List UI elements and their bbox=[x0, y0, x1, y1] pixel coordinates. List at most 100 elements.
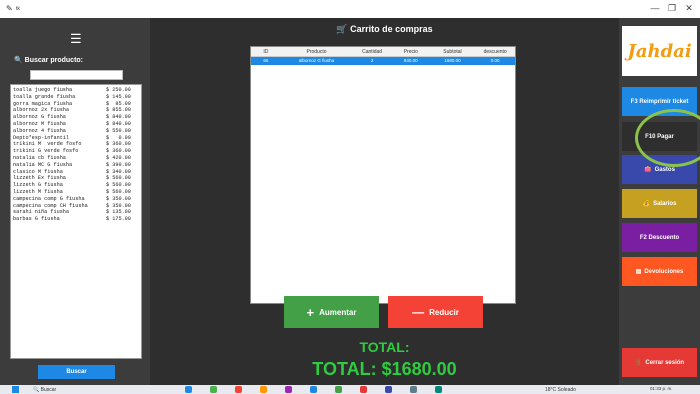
product-price: $ 840.00 bbox=[106, 120, 131, 127]
list-item[interactable]: toalla grande fiusha $ 145.00 bbox=[13, 94, 141, 101]
app-icon[interactable] bbox=[360, 386, 367, 393]
product-name: barbas G fiusha bbox=[13, 216, 60, 223]
product-price: $ 145.00 bbox=[106, 93, 131, 100]
product-price: $ 340.00 bbox=[106, 168, 131, 175]
product-name: clasico M fiusha bbox=[13, 168, 63, 175]
logo-text: Jahdai bbox=[627, 40, 692, 62]
product-sidebar: ☰ 🔍 Buscar producto: toalla juego fiusha… bbox=[0, 18, 150, 385]
list-item[interactable]: trikini G verde fosfo $ 360.00 bbox=[13, 148, 141, 155]
product-name: albornoz M fiusha bbox=[13, 120, 66, 127]
logout-button[interactable]: 🚪 Cerrar sesión bbox=[622, 348, 697, 377]
plus-icon: + bbox=[306, 304, 315, 320]
cart-title-text: Carrito de compras bbox=[350, 24, 433, 34]
app-icon[interactable] bbox=[335, 386, 342, 393]
list-item[interactable]: clasico M fiusha $ 340.00 bbox=[13, 169, 141, 176]
list-item[interactable]: sarahi niña fiusha $ 135.00 bbox=[13, 209, 141, 216]
table-row[interactable]: 66 albornoz G fiusha 2 840.00 1680.00 0.… bbox=[251, 57, 515, 65]
app-icon[interactable] bbox=[410, 386, 417, 393]
list-item[interactable]: toalla juego fiusha $ 250.00 bbox=[13, 87, 141, 94]
header-subtotal[interactable]: Subtotal bbox=[430, 47, 476, 56]
product-name: sarahi niña fiusha bbox=[13, 209, 70, 216]
cell-subtotal: 1680.00 bbox=[444, 58, 461, 63]
start-icon[interactable] bbox=[12, 386, 19, 393]
menu-icon[interactable]: ☰ bbox=[70, 31, 82, 47]
product-price: $ 855.00 bbox=[106, 107, 131, 114]
cart-icon: 🛒 bbox=[336, 24, 348, 34]
product-search-input[interactable] bbox=[30, 70, 123, 80]
cart-table[interactable]: ID Producto Cantidad Precio Subtotal des… bbox=[250, 46, 516, 304]
list-item[interactable]: natalia cb fiusha $ 420.00 bbox=[13, 155, 141, 162]
product-name: natalia cb fiusha bbox=[13, 154, 66, 161]
app-icon[interactable] bbox=[385, 386, 392, 393]
header-discount[interactable]: descuento bbox=[475, 47, 515, 56]
logout-label: Cerrar sesión bbox=[645, 359, 685, 366]
product-name: lizzeth M fiusha bbox=[13, 188, 63, 195]
product-price: $ 0.00 bbox=[106, 134, 131, 141]
header-price[interactable]: Precio bbox=[392, 47, 430, 56]
list-item[interactable]: albornoz M fiusha $ 840.00 bbox=[13, 121, 141, 128]
salaries-label: Salarios bbox=[653, 200, 677, 207]
product-price: $ 560.00 bbox=[106, 175, 131, 182]
search-button[interactable]: Buscar bbox=[38, 365, 115, 379]
list-item[interactable]: natalia MC G fiusha $ 390.00 bbox=[13, 162, 141, 169]
app-icon[interactable] bbox=[285, 386, 292, 393]
list-item[interactable]: campecina comp G fiusha $ 350.00 bbox=[13, 196, 141, 203]
product-name: natalia MC G fiusha bbox=[13, 161, 73, 168]
header-product[interactable]: Producto bbox=[281, 47, 352, 56]
window-titlebar: ✎ tk — ❐ ✕ bbox=[0, 0, 700, 18]
cell-id: 66 bbox=[263, 58, 269, 63]
app-icon[interactable] bbox=[310, 386, 317, 393]
app-icon[interactable] bbox=[435, 386, 442, 393]
product-price: $ 175.00 bbox=[106, 216, 131, 223]
app-icon[interactable] bbox=[235, 386, 242, 393]
returns-button[interactable]: ▤ Devoluciones bbox=[622, 257, 697, 286]
list-item[interactable]: gorra magica fiusha $ 95.00 bbox=[13, 101, 141, 108]
increase-label: Aumentar bbox=[319, 307, 357, 317]
app-icon[interactable] bbox=[210, 386, 217, 393]
door-icon: 🚪 bbox=[634, 360, 643, 366]
returns-icon: ▤ bbox=[635, 269, 642, 275]
decrease-button[interactable]: — Reducir bbox=[388, 296, 483, 328]
wallet-icon: 👛 bbox=[644, 167, 652, 173]
app-icon[interactable] bbox=[260, 386, 267, 393]
list-item[interactable]: trikini M verde fosfo $ 360.00 bbox=[13, 141, 141, 148]
taskbar-clock[interactable]: 01:33 p. m. bbox=[650, 386, 673, 391]
cell-quantity: 2 bbox=[370, 58, 374, 63]
header-id[interactable]: ID bbox=[251, 47, 281, 56]
product-name: trikini M verde fosfo bbox=[13, 141, 82, 148]
increase-button[interactable]: + Aumentar bbox=[284, 296, 379, 328]
decrease-label: Reducir bbox=[429, 307, 459, 317]
table-header: ID Producto Cantidad Precio Subtotal des… bbox=[251, 47, 515, 57]
list-item[interactable]: campecina comp CH fiusha $ 350.00 bbox=[13, 203, 141, 210]
list-item[interactable]: albornoz 4 fiusha $ 550.00 bbox=[13, 128, 141, 135]
search-label: 🔍 Buscar producto: bbox=[14, 56, 83, 64]
cell-discount: 0.00 bbox=[490, 58, 500, 63]
salaries-button[interactable]: 💰 Salarios bbox=[622, 189, 697, 218]
product-name: toalla juego fiusha bbox=[13, 87, 73, 93]
discount-button[interactable]: F2 Descuento bbox=[622, 223, 697, 252]
brand-logo: Jahdai bbox=[622, 26, 697, 76]
product-price: $ 350.00 bbox=[106, 195, 131, 202]
taskbar-search[interactable]: 🔍 Buscar bbox=[33, 387, 56, 393]
product-list[interactable]: toalla juego fiusha $ 250.00 toalla grande… bbox=[10, 84, 142, 359]
product-price: $ 135.00 bbox=[106, 209, 131, 216]
maximize-button[interactable]: ❐ bbox=[665, 3, 679, 14]
minimize-button[interactable]: — bbox=[648, 3, 662, 13]
list-item[interactable]: lizzeth Ex fiusha $ 560.00 bbox=[13, 175, 141, 182]
list-item[interactable]: lizzeth M fiusha $ 560.00 bbox=[13, 189, 141, 196]
total-value: TOTAL: $1680.00 bbox=[312, 359, 457, 379]
search-icon: 🔍 bbox=[14, 57, 23, 64]
list-item[interactable]: albornoz 2x fiusha $ 855.00 bbox=[13, 107, 141, 114]
list-item[interactable]: albornoz G fiusha $ 840.00 bbox=[13, 114, 141, 121]
list-item[interactable]: barbas G fiusha $ 175.00 bbox=[13, 216, 141, 223]
product-price: $ 420.00 bbox=[106, 154, 131, 161]
taskbar-search-text: Buscar bbox=[40, 387, 57, 393]
header-quantity[interactable]: Cantidad bbox=[352, 47, 392, 56]
list-item[interactable]: Depto*esp-infantil $ 0.00 bbox=[13, 135, 141, 142]
list-item[interactable]: lizzeth G fiusha $ 560.00 bbox=[13, 182, 141, 189]
weather-widget[interactable]: 18°C Soleado bbox=[545, 387, 576, 393]
app-icon[interactable] bbox=[185, 386, 192, 393]
product-price: $ 390.00 bbox=[106, 161, 131, 168]
close-window-button[interactable]: ✕ bbox=[682, 3, 696, 14]
money-icon: 💰 bbox=[642, 201, 651, 207]
